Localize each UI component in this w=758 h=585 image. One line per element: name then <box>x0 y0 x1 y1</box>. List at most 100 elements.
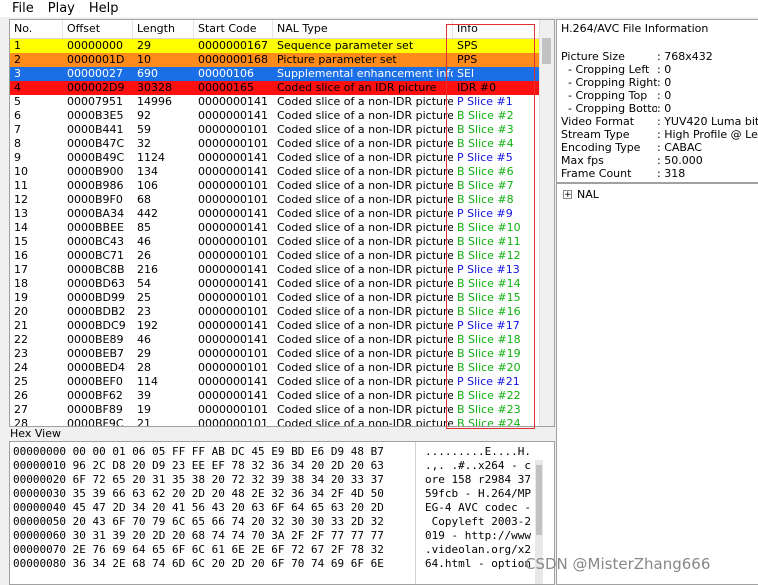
nal-table-row[interactable]: 2 0000001D 10 0000000168 Picture parameter s… <box>10 53 540 67</box>
hex-ascii: .........E....H..,. .#..x264 - c ore 158 … <box>425 445 543 571</box>
cell-start: 0000000101 <box>198 361 268 374</box>
nal-table-row[interactable]: 11 0000B986 106 0000000101 Coded slice of a … <box>10 179 540 193</box>
nal-table-row[interactable]: 15 0000BC43 46 0000000101 Coded slice of a n… <box>10 235 540 249</box>
cell-type: Sequence parameter set <box>277 39 414 52</box>
cell-offset: 0000B900 <box>67 165 124 178</box>
cell-start: 0000000141 <box>198 389 268 402</box>
cell-info: SEI <box>457 67 475 80</box>
nal-table-row[interactable]: 24 0000BED4 28 0000000101 Coded slice of a n… <box>10 361 540 375</box>
nal-list-scrollbar[interactable] <box>539 20 554 426</box>
cell-offset: 0000B9F0 <box>67 193 123 206</box>
nal-table-row[interactable]: 26 0000BF62 39 0000000141 Coded slice of a n… <box>10 389 540 403</box>
cell-start: 0000000101 <box>198 193 268 206</box>
column-header-length[interactable]: Length <box>133 20 194 38</box>
cell-start: 0000000101 <box>198 249 268 262</box>
cell-length: 29 <box>137 39 151 52</box>
cell-no: 18 <box>14 277 28 290</box>
cell-length: 1124 <box>137 151 165 164</box>
nal-table-row[interactable]: 6 0000B3E5 92 0000000141 Coded slice of a no… <box>10 109 540 123</box>
column-header-no[interactable]: No. <box>10 20 63 38</box>
hex-line: 00000050 20 43 6F 70 79 6C 65 66 74 20 3… <box>13 515 384 528</box>
nal-table-row[interactable]: 20 0000BDB2 23 0000000101 Coded slice of a n… <box>10 305 540 319</box>
menu-help[interactable]: Help <box>83 0 127 17</box>
nal-table-row[interactable]: 21 0000BDC9 192 0000000141 Coded slice of a … <box>10 319 540 333</box>
nal-table-row[interactable]: 18 0000BD63 54 0000000141 Coded slice of a n… <box>10 277 540 291</box>
nal-table-row[interactable]: 3 00000027 690 00000106 Supplemental enhance… <box>10 67 540 81</box>
cell-offset: 0000B49C <box>67 151 125 164</box>
cell-info: P Slice #1 <box>457 95 513 108</box>
cell-no: 17 <box>14 263 28 276</box>
nal-table-row[interactable]: 25 0000BEF0 114 0000000141 Coded slice of a … <box>10 375 540 389</box>
nal-table-row[interactable]: 28 0000BF9C 21 0000000101 Coded slice of a n… <box>10 417 540 426</box>
expand-icon[interactable]: + <box>563 190 572 200</box>
tree-node-nal[interactable]: + NAL <box>563 188 599 201</box>
info-row: Encoding Type: CABAC <box>561 141 758 154</box>
nal-table-row[interactable]: 10 0000B900 134 0000000141 Coded slice of a … <box>10 165 540 179</box>
nal-table-row[interactable]: 19 0000BD99 25 0000000101 Coded slice of a n… <box>10 291 540 305</box>
cell-no: 26 <box>14 389 28 402</box>
nal-table-row[interactable]: 8 0000B47C 32 0000000101 Coded slice of a no… <box>10 137 540 151</box>
info-value: : High Profile @ Level <box>657 128 758 141</box>
cell-info: B Slice #8 <box>457 193 514 206</box>
nal-table-row[interactable]: 1 00000000 29 0000000167 Sequence parameter … <box>10 39 540 53</box>
menu-play[interactable]: Play <box>42 0 83 17</box>
cell-start: 0000000141 <box>198 109 268 122</box>
nal-table-row[interactable]: 14 0000BBEE 85 0000000141 Coded slice of a n… <box>10 221 540 235</box>
cell-info: B Slice #10 <box>457 221 521 234</box>
cell-no: 23 <box>14 347 28 360</box>
nal-list-panel: No. Offset Length Start Code NAL Type In… <box>9 19 555 427</box>
cell-start: 0000000101 <box>198 291 268 304</box>
cell-type: Coded slice of a non-IDR picture <box>277 109 453 122</box>
column-header-nal-type[interactable]: NAL Type <box>273 20 453 38</box>
column-header-info[interactable]: Info <box>453 20 540 38</box>
cell-type: Coded slice of a non-IDR picture <box>277 361 453 374</box>
menu-file[interactable]: File <box>0 0 42 17</box>
cell-info: B Slice #12 <box>457 249 521 262</box>
cell-type: Coded slice of a non-IDR picture <box>277 249 453 262</box>
cell-type: Coded slice of a non-IDR picture <box>277 151 453 164</box>
cell-no: 4 <box>14 81 21 94</box>
cell-start: 0000000101 <box>198 305 268 318</box>
nal-table-row[interactable]: 17 0000BC8B 216 0000000141 Coded slice of a … <box>10 263 540 277</box>
cell-no: 22 <box>14 333 28 346</box>
cell-info: B Slice #3 <box>457 123 514 136</box>
nal-table-row[interactable]: 12 0000B9F0 68 0000000101 Coded slice of a n… <box>10 193 540 207</box>
cell-type: Coded slice of a non-IDR picture <box>277 193 453 206</box>
cell-start: 0000000141 <box>198 95 268 108</box>
cell-info: B Slice #2 <box>457 109 514 122</box>
cell-no: 12 <box>14 193 28 206</box>
cell-length: 23 <box>137 305 151 318</box>
cell-offset: 00007951 <box>67 95 123 108</box>
column-header-offset[interactable]: Offset <box>63 20 133 38</box>
cell-type: Coded slice of a non-IDR picture <box>277 221 453 234</box>
nal-table-row[interactable]: 27 0000BF89 19 0000000101 Coded slice of a n… <box>10 403 540 417</box>
nal-table-row[interactable]: 5 00007951 14996 0000000141 Coded slice of a… <box>10 95 540 109</box>
ascii-line: .........E....H. <box>425 445 531 458</box>
scrollbar-thumb[interactable] <box>542 38 551 64</box>
cell-offset: 0000B3E5 <box>67 109 124 122</box>
cell-type: Coded slice of a non-IDR picture <box>277 277 453 290</box>
nal-table-row[interactable]: 7 0000B441 59 0000000101 Coded slice of a no… <box>10 123 540 137</box>
ascii-line: .,. .#..x264 - c <box>425 459 531 472</box>
hex-scrollbar-thumb[interactable] <box>536 465 542 535</box>
cell-start: 0000000141 <box>198 151 268 164</box>
nal-table-row[interactable]: 13 0000BA34 442 0000000141 Coded slice of a … <box>10 207 540 221</box>
nal-table-row[interactable]: 4 000002D9 30328 00000165 Coded slice of an … <box>10 81 540 95</box>
nal-table-row[interactable]: 23 0000BEB7 29 0000000101 Coded slice of a n… <box>10 347 540 361</box>
hex-divider <box>415 442 416 584</box>
cell-info: B Slice #15 <box>457 291 521 304</box>
info-key: Frame Count <box>561 167 632 180</box>
cell-type: Coded slice of a non-IDR picture <box>277 333 453 346</box>
cell-length: 10 <box>137 53 151 66</box>
info-row: - Cropping Bottom: 0 <box>561 102 758 115</box>
info-value: : 50.000 <box>657 154 703 167</box>
column-header-start-code[interactable]: Start Code <box>194 20 273 38</box>
nal-table-row[interactable]: 16 0000BC71 26 0000000101 Coded slice of a n… <box>10 249 540 263</box>
nal-table-row[interactable]: 9 0000B49C 1124 0000000141 Coded slice of a … <box>10 151 540 165</box>
nal-table-header: No. Offset Length Start Code NAL Type In… <box>10 20 540 39</box>
ascii-line: 019 - http://www <box>425 529 531 542</box>
cell-offset: 0000B441 <box>67 123 124 136</box>
nal-tree-panel: + NAL <box>556 183 758 585</box>
nal-table-row[interactable]: 22 0000BE89 46 0000000141 Coded slice of a n… <box>10 333 540 347</box>
info-row: - Cropping Top: 0 <box>561 89 758 102</box>
